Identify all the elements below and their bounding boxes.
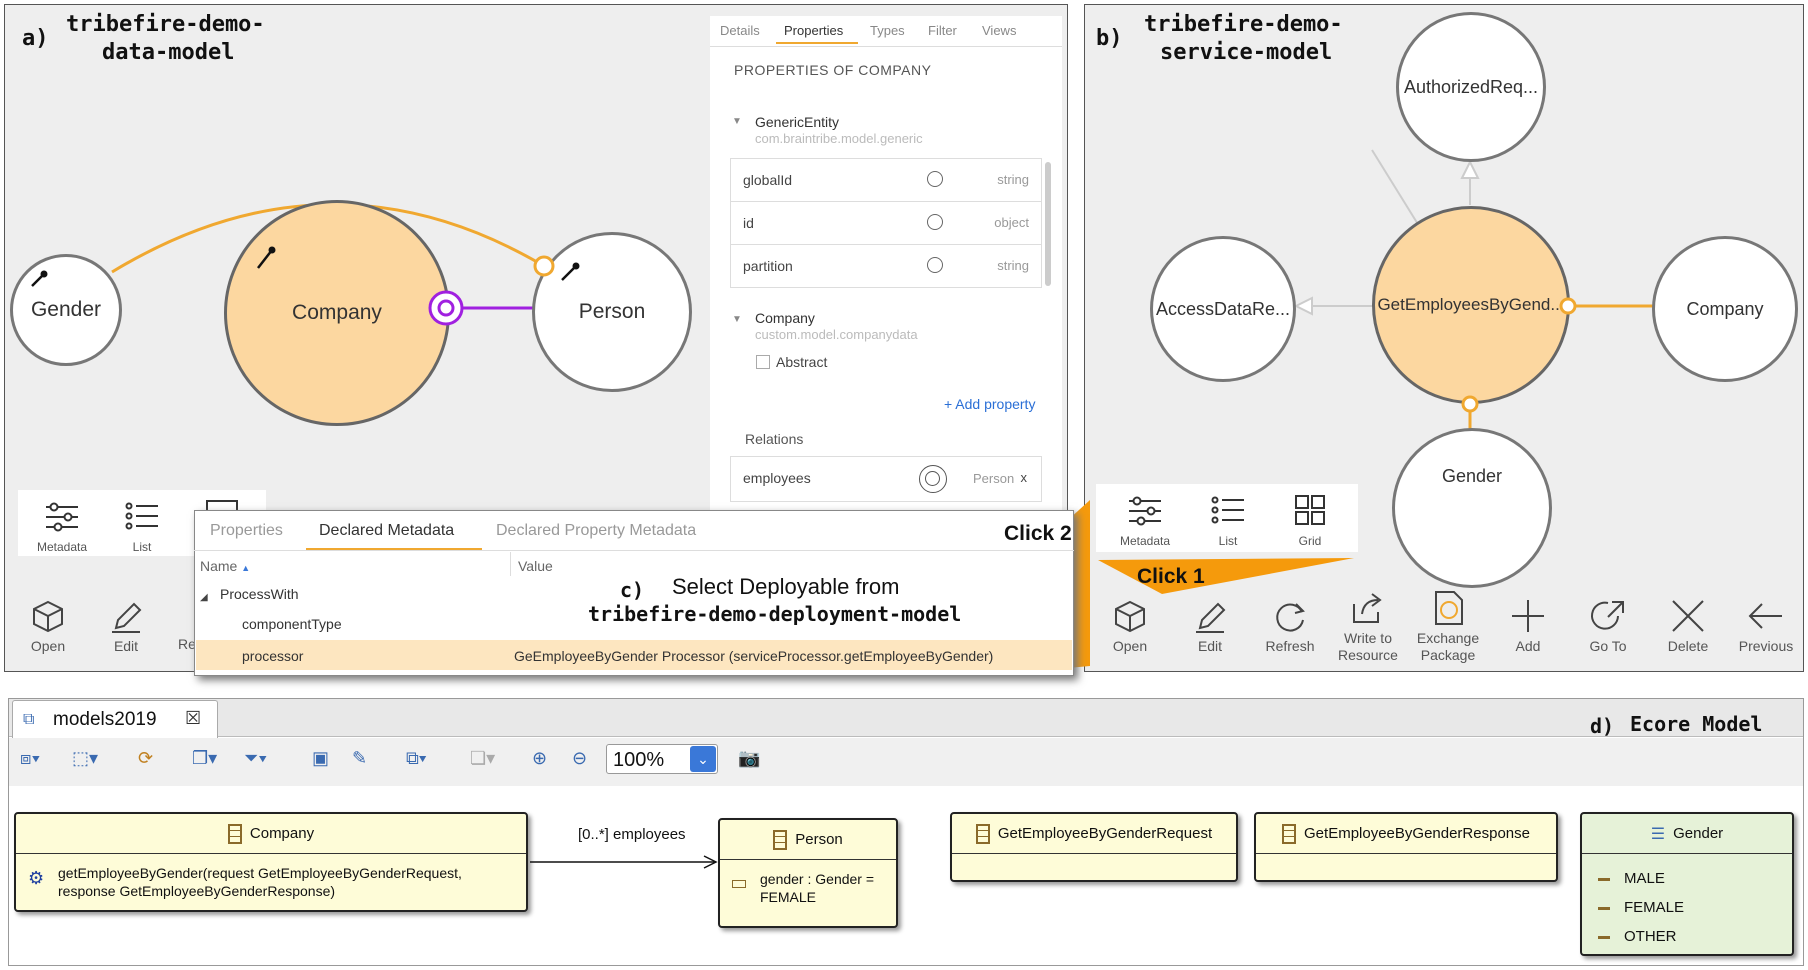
enum-literal-other: OTHER [1598,928,1677,945]
eclass-get-employee-by-gender-request[interactable]: GetEmployeeByGenderRequest [950,812,1238,882]
literal-icon [1598,906,1610,910]
literal-icon [1598,877,1610,881]
literal-icon [1598,935,1610,939]
association-label: [0..*] employees [578,826,686,843]
attribute-icon [732,880,746,888]
eclass-person[interactable]: Person gender : Gender = FEMALE [718,818,898,928]
class-icon [1282,823,1297,844]
enum-literal-male: MALE [1598,870,1665,887]
enum-literal-female: FEMALE [1598,899,1684,916]
class-icon [773,829,788,850]
enum-icon: ☰ [1650,825,1666,843]
eenum-gender[interactable]: ☰ Gender MALE FEMALE OTHER [1580,812,1794,956]
eclass-get-employee-by-gender-response[interactable]: GetEmployeeByGenderResponse [1254,812,1558,882]
class-icon [975,823,990,844]
